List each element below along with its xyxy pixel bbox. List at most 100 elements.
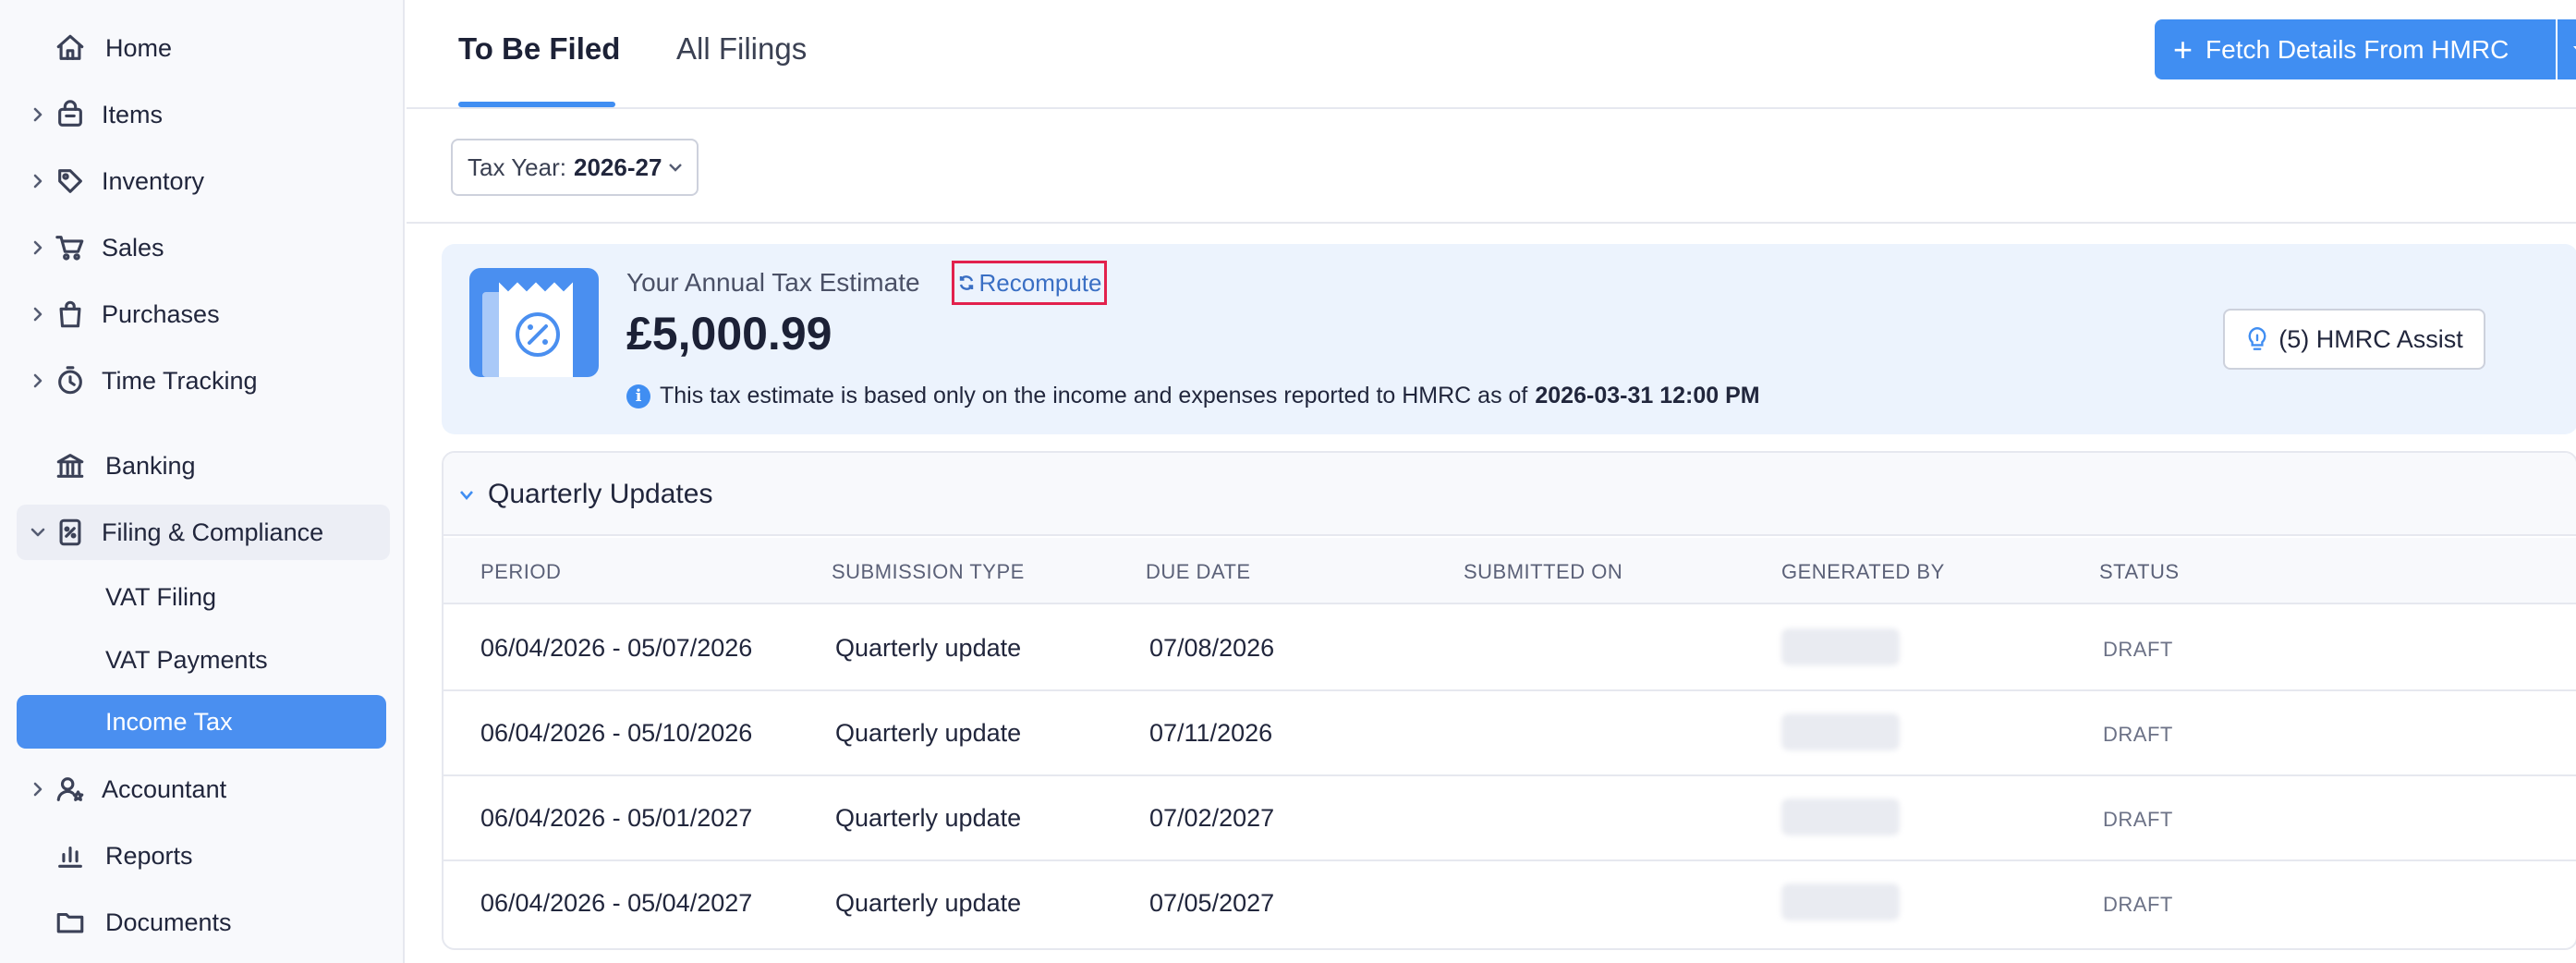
lightbulb-icon: [2248, 327, 2266, 350]
recompute-link[interactable]: Recompute: [952, 261, 1107, 305]
cell-generated-by-redacted: [1781, 713, 1900, 750]
sidebar-item-vat-payments[interactable]: VAT Payments: [17, 633, 386, 687]
status-badge: DRAFT: [2103, 893, 2173, 916]
column-header-period: PERIOD: [480, 560, 562, 583]
sidebar-item-home[interactable]: Home: [17, 20, 390, 76]
plus-icon: +: [2173, 30, 2193, 68]
fetch-options-dropdown[interactable]: [2558, 19, 2576, 79]
table-row[interactable]: 06/04/2026 - 05/10/2026 Quarterly update…: [444, 691, 2576, 776]
table-header: PERIOD SUBMISSION TYPE DUE DATE SUBMITTE…: [444, 538, 2576, 604]
tag-icon: [52, 163, 89, 200]
sidebar-item-label: Purchases: [102, 299, 220, 328]
chevron-right-icon[interactable]: [28, 304, 48, 324]
tax-estimate-title: Your Annual Tax Estimate: [626, 268, 920, 297]
table-row[interactable]: 06/04/2026 - 05/01/2027 Quarterly update…: [444, 776, 2576, 861]
chevron-right-icon[interactable]: [28, 171, 48, 191]
cell-generated-by-redacted: [1781, 798, 1900, 835]
sidebar-item-label: Home: [105, 33, 173, 62]
chevron-right-icon[interactable]: [28, 779, 48, 799]
hmrc-assist-label: (5) HMRC Assist: [2278, 324, 2463, 353]
sidebar-item-label: Items: [102, 100, 164, 128]
cell-submission-type: Quarterly update: [835, 719, 1022, 747]
chevron-down-icon[interactable]: [28, 522, 48, 542]
bank-icon: [52, 447, 89, 484]
chevron-down-icon: [669, 164, 682, 172]
status-badge: DRAFT: [2103, 808, 2173, 831]
sidebar-item-purchases[interactable]: Purchases: [17, 286, 390, 342]
refresh-icon: [959, 275, 973, 290]
table-row[interactable]: 06/04/2026 - 05/07/2026 Quarterly update…: [444, 606, 2576, 691]
quarterly-updates-header[interactable]: Quarterly Updates: [444, 453, 2576, 536]
sidebar-item-label: VAT Filing: [105, 582, 217, 611]
sidebar-item-income-tax[interactable]: Income Tax: [17, 695, 386, 749]
quarterly-updates-title: Quarterly Updates: [488, 479, 713, 509]
cell-due-date: 07/08/2026: [1149, 634, 1275, 662]
column-header-submitted-on: SUBMITTED ON: [1464, 560, 1623, 583]
tab-bar: To Be Filed All Filings + Fetch Details …: [407, 0, 2576, 109]
sidebar-item-label: Filing & Compliance: [102, 518, 324, 546]
sidebar-item-documents[interactable]: Documents: [17, 895, 390, 950]
sidebar-item-accountant[interactable]: Accountant: [17, 762, 390, 817]
tab-all-filings[interactable]: All Filings: [676, 31, 807, 67]
cell-generated-by-redacted: [1781, 884, 1900, 920]
basket-icon: [52, 96, 89, 133]
hmrc-assist-button[interactable]: (5) HMRC Assist: [2223, 309, 2485, 370]
sidebar-item-inventory[interactable]: Inventory: [17, 153, 390, 209]
cell-period: 06/04/2026 - 05/10/2026: [480, 719, 753, 747]
timer-icon: [52, 362, 89, 399]
cell-period: 06/04/2026 - 05/04/2027: [480, 889, 753, 917]
sidebar-item-label: Banking: [105, 451, 196, 480]
tax-receipt-icon: [469, 268, 599, 377]
sidebar: Home Items Inventory Sales Purchases Tim…: [0, 0, 405, 963]
filing-icon: [52, 514, 89, 551]
tax-estimate-amount: £5,000.99: [626, 308, 832, 360]
sidebar-item-sales[interactable]: Sales: [17, 220, 390, 275]
column-header-status: STATUS: [2099, 560, 2180, 583]
fetch-details-button[interactable]: + Fetch Details From HMRC: [2155, 19, 2556, 79]
chevron-right-icon[interactable]: [28, 238, 48, 258]
caret-down-icon: [2573, 45, 2576, 49]
sidebar-item-label: Accountant: [102, 774, 227, 803]
column-header-submission-type: SUBMISSION TYPE: [832, 560, 1025, 583]
filter-bar: Tax Year: 2026-27: [407, 111, 2576, 224]
main-content: To Be Filed All Filings + Fetch Details …: [407, 0, 2576, 963]
recompute-label: Recompute: [978, 268, 1102, 297]
sidebar-item-label: VAT Payments: [105, 645, 268, 674]
cell-period: 06/04/2026 - 05/07/2026: [480, 634, 753, 662]
sidebar-item-label: Reports: [105, 841, 193, 870]
column-header-generated-by: GENERATED BY: [1781, 560, 1945, 583]
column-header-due-date: DUE DATE: [1146, 560, 1251, 583]
sidebar-item-label: Sales: [102, 233, 164, 262]
info-icon: i: [626, 384, 650, 408]
chevron-down-icon[interactable]: [458, 490, 475, 501]
tab-to-be-filed[interactable]: To Be Filed: [458, 31, 620, 67]
sidebar-item-reports[interactable]: Reports: [17, 828, 390, 884]
sidebar-item-label: Income Tax: [105, 707, 233, 736]
reports-icon: [52, 837, 89, 874]
fetch-details-label: Fetch Details From HMRC: [2205, 34, 2509, 64]
cell-submission-type: Quarterly update: [835, 634, 1022, 662]
tax-year-select[interactable]: Tax Year: 2026-27: [451, 139, 699, 196]
sidebar-item-filing-compliance[interactable]: Filing & Compliance: [17, 505, 390, 560]
status-badge: DRAFT: [2103, 723, 2173, 746]
sidebar-item-items[interactable]: Items: [17, 87, 390, 142]
tax-estimate-note-text: This tax estimate is based only on the i…: [660, 383, 1528, 408]
sidebar-item-vat-filing[interactable]: VAT Filing: [17, 570, 386, 624]
accountant-icon: [52, 771, 89, 808]
tax-year-label: Tax Year:: [468, 152, 566, 181]
home-icon: [52, 30, 89, 67]
sidebar-item-label: Inventory: [102, 166, 205, 195]
chevron-right-icon[interactable]: [28, 371, 48, 391]
tax-year-value: 2026-27: [573, 152, 662, 181]
sidebar-item-time-tracking[interactable]: Time Tracking: [17, 353, 390, 408]
sidebar-item-banking[interactable]: Banking: [17, 438, 390, 494]
cell-due-date: 07/05/2027: [1149, 889, 1275, 917]
chevron-right-icon[interactable]: [28, 104, 48, 125]
tax-estimate-note-date: 2026-03-31 12:00 PM: [1535, 383, 1760, 408]
cart-icon: [52, 229, 89, 266]
table-row[interactable]: 06/04/2026 - 05/04/2027 Quarterly update…: [444, 861, 2576, 946]
cell-period: 06/04/2026 - 05/01/2027: [480, 804, 753, 832]
cell-due-date: 07/02/2027: [1149, 804, 1275, 832]
cell-generated-by-redacted: [1781, 628, 1900, 665]
cell-submission-type: Quarterly update: [835, 889, 1022, 917]
